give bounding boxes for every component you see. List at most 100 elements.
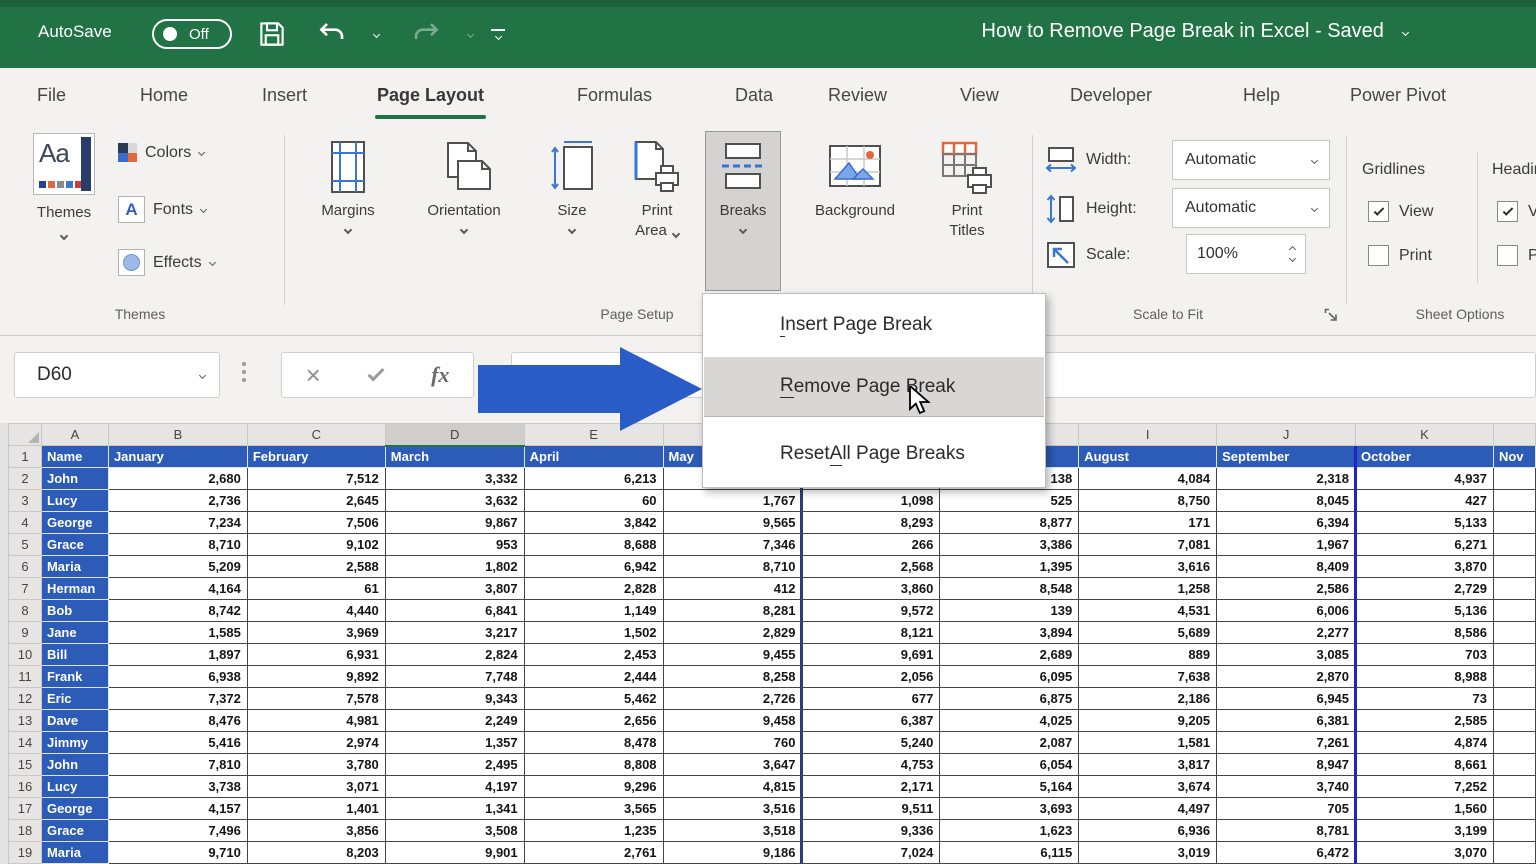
- column-header-partial[interactable]: [1493, 424, 1535, 446]
- orientation-button[interactable]: Orientation: [400, 133, 528, 233]
- cell-value[interactable]: 3,969: [247, 622, 385, 644]
- cell-month-header[interactable]: September: [1217, 446, 1356, 468]
- cell-value[interactable]: 139: [940, 600, 1079, 622]
- row-header-4[interactable]: 4: [9, 512, 42, 534]
- tab-formulas[interactable]: Formulas: [577, 68, 652, 123]
- cell-value[interactable]: 1,149: [524, 600, 663, 622]
- cell-value[interactable]: 3,632: [385, 490, 524, 512]
- cell-value[interactable]: 8,710: [663, 556, 802, 578]
- cell-value[interactable]: 3,085: [1217, 644, 1356, 666]
- row-header-3[interactable]: 3: [9, 490, 42, 512]
- tab-page-layout[interactable]: Page Layout: [377, 68, 484, 123]
- cell-value[interactable]: [1493, 820, 1535, 842]
- cell-value[interactable]: 3,217: [385, 622, 524, 644]
- cell-value[interactable]: [1493, 556, 1535, 578]
- cell-value[interactable]: 4,753: [802, 754, 940, 776]
- cell-value[interactable]: 8,409: [1217, 556, 1356, 578]
- cell-value[interactable]: 3,894: [940, 622, 1079, 644]
- cell-value[interactable]: 4,981: [247, 710, 385, 732]
- cell-value[interactable]: [1493, 490, 1535, 512]
- cell-name[interactable]: Maria: [41, 556, 108, 578]
- cell-month-header[interactable]: January: [108, 446, 247, 468]
- cell-value[interactable]: 1,098: [802, 490, 940, 512]
- cell-value[interactable]: 8,877: [940, 512, 1079, 534]
- cell-name[interactable]: Jimmy: [41, 732, 108, 754]
- cell-value[interactable]: 4,815: [663, 776, 802, 798]
- cell-value[interactable]: 953: [385, 534, 524, 556]
- cell-value[interactable]: 4,497: [1079, 798, 1217, 820]
- cell-value[interactable]: 9,565: [663, 512, 802, 534]
- menu-item-remove-page-break[interactable]: Remove Page Break: [704, 357, 1044, 417]
- cell-value[interactable]: 7,252: [1356, 776, 1494, 798]
- cell-value[interactable]: [1493, 534, 1535, 556]
- cell-value[interactable]: 6,945: [1217, 688, 1356, 710]
- cell-value[interactable]: 2,087: [940, 732, 1079, 754]
- cell-value[interactable]: 3,518: [663, 820, 802, 842]
- cell-value[interactable]: 1,897: [108, 644, 247, 666]
- cell-value[interactable]: 3,516: [663, 798, 802, 820]
- cell-value[interactable]: 1,357: [385, 732, 524, 754]
- cell-value[interactable]: 3,647: [663, 754, 802, 776]
- cell-value[interactable]: 61: [247, 578, 385, 600]
- cell-value[interactable]: 6,115: [940, 842, 1079, 864]
- insert-function-icon[interactable]: fx: [431, 362, 449, 388]
- cell-value[interactable]: 8,121: [802, 622, 940, 644]
- menu-item-reset-all-page-breaks[interactable]: Reset All Page Breaks: [704, 424, 1044, 484]
- cell-value[interactable]: 1,967: [1217, 534, 1356, 556]
- cell-value[interactable]: 8,281: [663, 600, 802, 622]
- row-header-10[interactable]: 10: [9, 644, 42, 666]
- cell-value[interactable]: 3,565: [524, 798, 663, 820]
- cell-value[interactable]: 1,341: [385, 798, 524, 820]
- cell-value[interactable]: 3,807: [385, 578, 524, 600]
- cancel-icon[interactable]: ×: [306, 362, 321, 388]
- cell-value[interactable]: 60: [524, 490, 663, 512]
- cell-value[interactable]: [1493, 512, 1535, 534]
- cell-value[interactable]: 5,462: [524, 688, 663, 710]
- cell-value[interactable]: 1,585: [108, 622, 247, 644]
- cell-value[interactable]: 2,828: [524, 578, 663, 600]
- name-box[interactable]: D60: [14, 352, 220, 398]
- cell-value[interactable]: 4,531: [1079, 600, 1217, 622]
- save-button[interactable]: [252, 14, 292, 54]
- cell-value[interactable]: 73: [1356, 688, 1494, 710]
- cell-value[interactable]: 8,750: [1079, 490, 1217, 512]
- cell-value[interactable]: 2,729: [1356, 578, 1494, 600]
- cell-value[interactable]: [1493, 578, 1535, 600]
- cell-value[interactable]: 525: [940, 490, 1079, 512]
- cell-value[interactable]: 1,623: [940, 820, 1079, 842]
- cell-name[interactable]: Bob: [41, 600, 108, 622]
- cell-value[interactable]: 2,726: [663, 688, 802, 710]
- cell-value[interactable]: 3,616: [1079, 556, 1217, 578]
- cell-value[interactable]: 889: [1079, 644, 1217, 666]
- cell-value[interactable]: 3,674: [1079, 776, 1217, 798]
- cell-value[interactable]: 3,019: [1079, 842, 1217, 864]
- cell-name[interactable]: John: [41, 754, 108, 776]
- cell-value[interactable]: 5,689: [1079, 622, 1217, 644]
- column-header-C[interactable]: C: [247, 424, 385, 446]
- cell-value[interactable]: 2,870: [1217, 666, 1356, 688]
- cell-value[interactable]: 3,817: [1079, 754, 1217, 776]
- cell-value[interactable]: 2,588: [247, 556, 385, 578]
- cell-value[interactable]: 9,867: [385, 512, 524, 534]
- cell-value[interactable]: 8,293: [802, 512, 940, 534]
- row-header-5[interactable]: 5: [9, 534, 42, 556]
- row-header-13[interactable]: 13: [9, 710, 42, 732]
- cell-value[interactable]: 2,689: [940, 644, 1079, 666]
- cell-value[interactable]: 8,476: [108, 710, 247, 732]
- cell-name[interactable]: George: [41, 798, 108, 820]
- cell-value[interactable]: 8,947: [1217, 754, 1356, 776]
- cell-value[interactable]: 3,071: [247, 776, 385, 798]
- cell-month-header[interactable]: March: [385, 446, 524, 468]
- cell-value[interactable]: 5,240: [802, 732, 940, 754]
- row-header-2[interactable]: 2: [9, 468, 42, 490]
- tab-file[interactable]: File: [37, 68, 66, 123]
- cell-value[interactable]: 9,186: [663, 842, 802, 864]
- cell-value[interactable]: 2,736: [108, 490, 247, 512]
- cell-value[interactable]: 2,829: [663, 622, 802, 644]
- cell-value[interactable]: 2,495: [385, 754, 524, 776]
- print-area-button[interactable]: Print Area: [614, 133, 700, 241]
- cell-value[interactable]: [1493, 732, 1535, 754]
- column-header-A[interactable]: A: [41, 424, 108, 446]
- background-button[interactable]: Background: [790, 133, 920, 221]
- cell-value[interactable]: 6,394: [1217, 512, 1356, 534]
